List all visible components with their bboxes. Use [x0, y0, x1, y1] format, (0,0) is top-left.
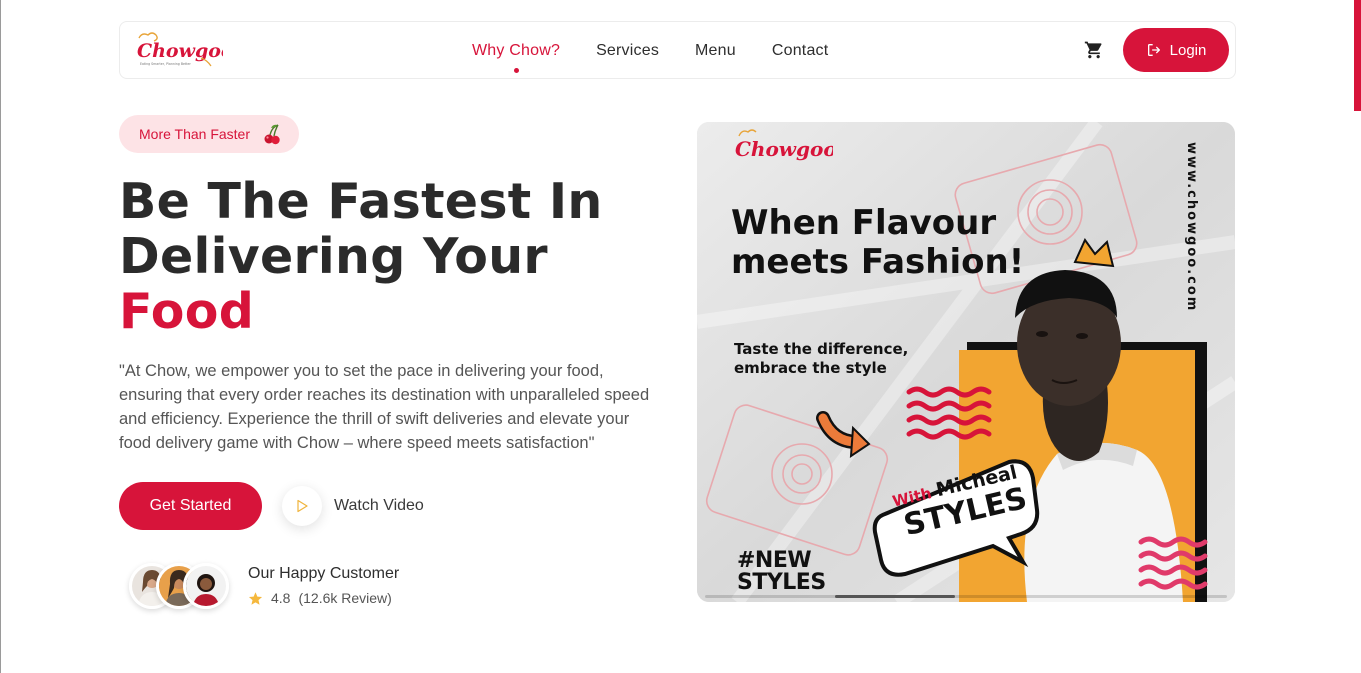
- hero-title-line1: Be The Fastest In: [119, 173, 603, 230]
- svg-text:Eating Smarter, Planning Bette: Eating Smarter, Planning Better: [140, 62, 191, 66]
- customer-avatars: [129, 563, 231, 611]
- scrollbar-thumb[interactable]: [1354, 0, 1361, 111]
- hashtag-line1: #NEW: [737, 548, 812, 573]
- banner-website: www.chowgoo.com: [1184, 142, 1199, 313]
- hero-banner-image: Chowgoo When Flavour meets Fashion! Tast…: [697, 122, 1235, 602]
- hashtag-line2: STYLES: [737, 570, 826, 595]
- watch-video-label: Watch Video: [334, 497, 424, 514]
- brand-logo[interactable]: Chowgoo Eating Smarter, Planning Better: [131, 30, 234, 70]
- nav-services[interactable]: Services: [596, 42, 659, 60]
- window-edge: [0, 0, 1, 673]
- rating-value: 4.8: [271, 590, 291, 606]
- banner-logo: Chowgoo: [729, 126, 837, 166]
- carousel-progress[interactable]: [705, 595, 1227, 598]
- cart-icon[interactable]: [1084, 40, 1104, 60]
- nav-contact[interactable]: Contact: [772, 42, 829, 60]
- login-label: Login: [1169, 41, 1207, 59]
- star-icon: [248, 591, 263, 605]
- hero-badge: More Than Faster: [119, 115, 299, 153]
- banner-subline: Taste the difference, embrace the style: [734, 340, 909, 377]
- nav-why-chow-label: Why Chow?: [472, 42, 561, 59]
- login-icon: [1147, 44, 1160, 56]
- nav-why-chow[interactable]: Why Chow?: [472, 42, 561, 73]
- svg-text:Chowgoo: Chowgoo: [735, 137, 833, 161]
- svg-text:Chowgoo: Chowgoo: [137, 40, 223, 62]
- login-button[interactable]: Login: [1123, 28, 1229, 72]
- happy-customer-title: Our Happy Customer: [248, 565, 400, 582]
- play-icon[interactable]: [282, 486, 322, 526]
- main-nav: Why Chow? Services Menu Contact: [472, 22, 828, 80]
- avatar: [183, 563, 229, 609]
- chowgoo-logo-icon: Chowgoo Eating Smarter, Planning Better: [137, 32, 234, 67]
- hero-title-line2: Delivering Your: [119, 228, 548, 285]
- carousel-progress-bar: [835, 595, 956, 598]
- hero-description: "At Chow, we empower you to set the pace…: [119, 362, 650, 452]
- customer-rating: 4.8 (12.6k Review): [248, 590, 392, 606]
- review-count: (12.6k Review): [298, 590, 392, 606]
- hero-title: Be The Fastest In Delivering Your Food: [119, 174, 679, 339]
- active-indicator-dot: [514, 68, 520, 73]
- banner-hashtag: #NEW STYLES: [737, 550, 826, 594]
- banner-headline: When Flavour meets Fashion!: [731, 203, 1025, 282]
- nav-menu[interactable]: Menu: [695, 42, 736, 60]
- get-started-button[interactable]: Get Started: [119, 482, 262, 530]
- hero-title-accent: Food: [119, 283, 255, 340]
- badge-text: More Than Faster: [139, 126, 251, 142]
- watch-video-button[interactable]: Watch Video: [282, 486, 424, 526]
- navbar: Chowgoo Eating Smarter, Planning Better …: [119, 21, 1236, 79]
- cherry-icon: [264, 124, 280, 145]
